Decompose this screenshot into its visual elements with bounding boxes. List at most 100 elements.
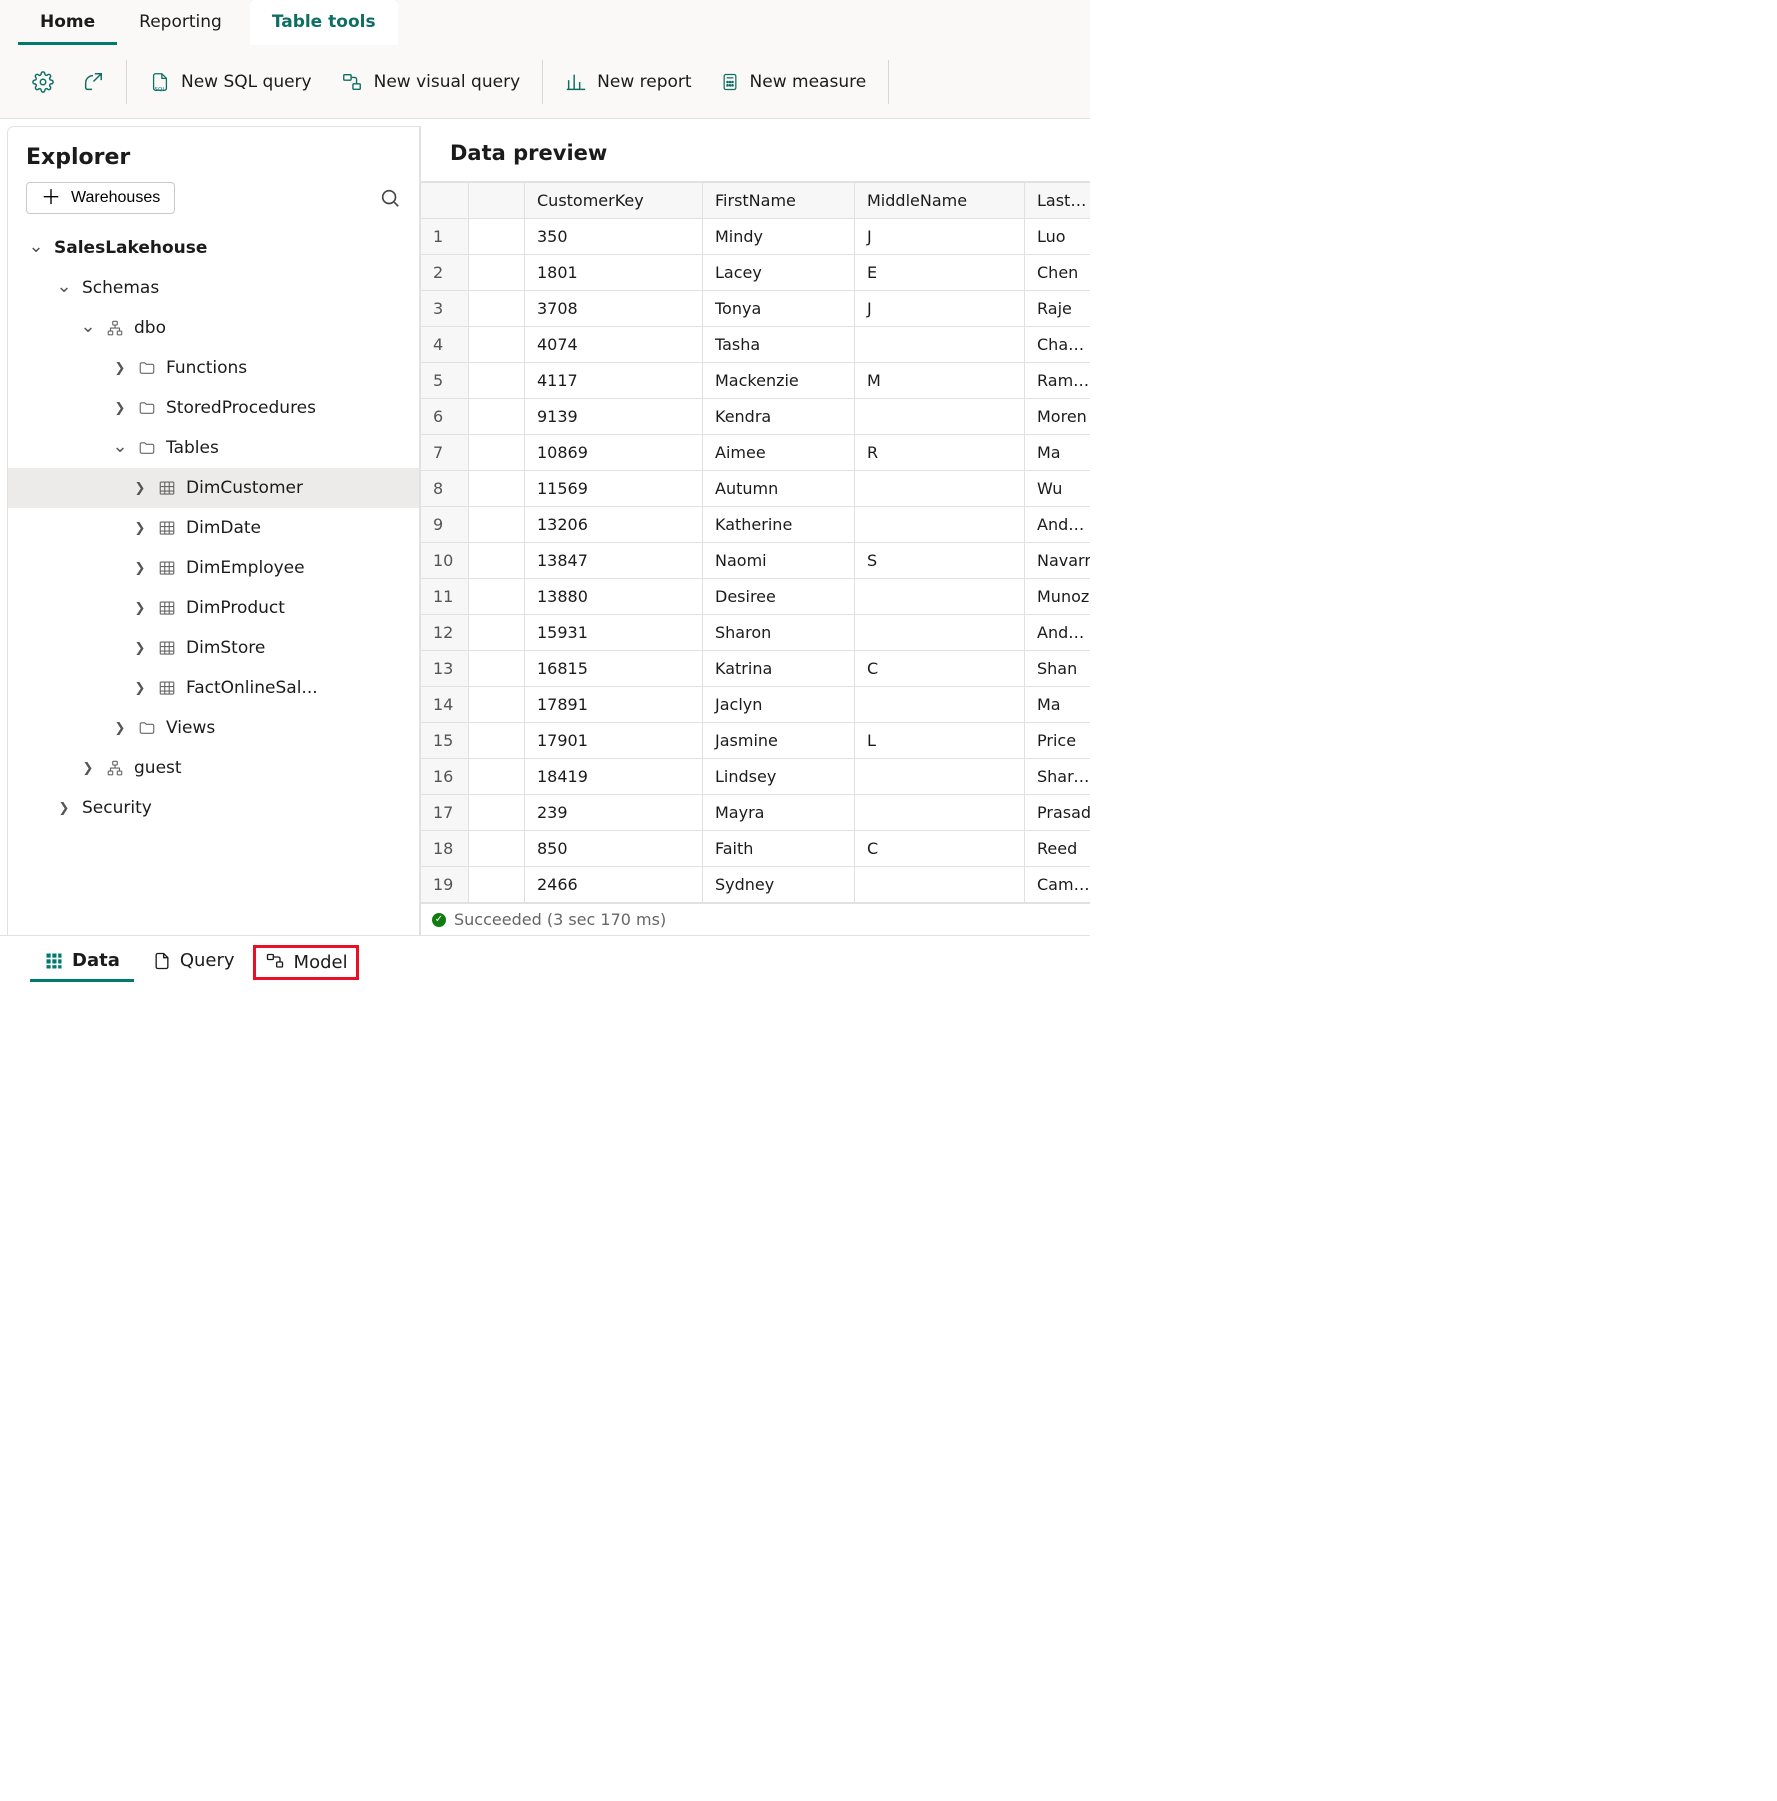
row-number-cell: 4 xyxy=(421,327,469,363)
tree-node-table[interactable]: DimEmployee xyxy=(8,548,419,588)
tab-table-tools[interactable]: Table tools xyxy=(250,0,398,45)
calculator-icon xyxy=(720,71,740,93)
cell-middlename xyxy=(855,615,1025,651)
cell-customerkey: 350 xyxy=(525,219,703,255)
table-row[interactable]: 44074TashaChande xyxy=(421,327,1091,363)
table-row[interactable]: 33708TonyaJRaje xyxy=(421,291,1091,327)
column-header[interactable]: LastNa xyxy=(1025,183,1091,219)
table-row[interactable]: 192466SydneyCampb xyxy=(421,867,1091,903)
main: Explorer ＋ Warehouses SalesLakehouse Sch… xyxy=(0,119,1090,935)
cell-lastname: Anders xyxy=(1025,507,1091,543)
column-header[interactable]: MiddleName xyxy=(855,183,1025,219)
chevron-right-icon xyxy=(132,641,148,656)
refresh-button[interactable] xyxy=(68,65,118,99)
new-sql-query-button[interactable]: SQL New SQL query xyxy=(135,64,326,100)
table-row[interactable]: 21801LaceyEChen xyxy=(421,255,1091,291)
table-row[interactable]: 1113880DesireeMunoz xyxy=(421,579,1091,615)
cell-lastname: Wu xyxy=(1025,471,1091,507)
tab-home[interactable]: Home xyxy=(18,0,117,45)
table-row[interactable]: 1316815KatrinaCShan xyxy=(421,651,1091,687)
column-header[interactable]: CustomerKey xyxy=(525,183,703,219)
table-row[interactable]: 913206KatherineAnders xyxy=(421,507,1091,543)
search-button[interactable] xyxy=(379,187,401,209)
table-row[interactable]: 69139KendraMoren xyxy=(421,399,1091,435)
cell-customerkey: 18419 xyxy=(525,759,703,795)
cell-customerkey: 4117 xyxy=(525,363,703,399)
tree-label: Security xyxy=(82,798,152,818)
row-number-cell: 14 xyxy=(421,687,469,723)
tree-node-table[interactable]: DimDate xyxy=(8,508,419,548)
sql-file-icon: SQL xyxy=(149,70,171,94)
schema-icon xyxy=(106,319,124,337)
tab-reporting[interactable]: Reporting xyxy=(117,0,244,45)
table-row[interactable]: 1350MindyJLuo xyxy=(421,219,1091,255)
cell-firstname: Autumn xyxy=(703,471,855,507)
cell-middlename xyxy=(855,507,1025,543)
new-visual-query-label: New visual query xyxy=(374,72,521,92)
new-report-button[interactable]: New report xyxy=(551,65,705,99)
view-tab-model[interactable]: Model xyxy=(253,945,359,980)
row-number-cell: 1 xyxy=(421,219,469,255)
table-row[interactable]: 1215931SharonAnders xyxy=(421,615,1091,651)
data-preview-grid[interactable]: CustomerKey FirstName MiddleName LastNa … xyxy=(420,181,1090,903)
table-row[interactable]: 1618419LindseySharma xyxy=(421,759,1091,795)
new-measure-button[interactable]: New measure xyxy=(706,65,881,99)
settings-button[interactable] xyxy=(18,65,68,99)
view-tab-data[interactable]: Data xyxy=(30,942,134,982)
table-row[interactable]: 710869AimeeRMa xyxy=(421,435,1091,471)
cell-firstname: Jaclyn xyxy=(703,687,855,723)
cell-lastname: Moren xyxy=(1025,399,1091,435)
cell-middlename: J xyxy=(855,291,1025,327)
status-bar: Succeeded (3 sec 170 ms) xyxy=(420,903,1090,935)
view-tab-label: Query xyxy=(180,950,235,971)
cell-middlename: L xyxy=(855,723,1025,759)
table-row[interactable]: 54117MackenzieMRamire xyxy=(421,363,1091,399)
chevron-down-icon xyxy=(112,441,128,456)
tree-node-security[interactable]: Security xyxy=(8,788,419,828)
row-number-cell: 7 xyxy=(421,435,469,471)
ribbon-actions: SQL New SQL query New visual query New r… xyxy=(0,46,1090,119)
gap-cell xyxy=(469,291,525,327)
chevron-right-icon xyxy=(112,721,128,736)
gap-cell xyxy=(469,615,525,651)
tree-node-table[interactable]: DimCustomer xyxy=(8,468,419,508)
tree-label: Views xyxy=(166,718,215,738)
cell-customerkey: 9139 xyxy=(525,399,703,435)
new-measure-label: New measure xyxy=(750,72,867,92)
tree-node-dbo[interactable]: dbo xyxy=(8,308,419,348)
tree-node-views[interactable]: Views xyxy=(8,708,419,748)
gap-cell xyxy=(469,795,525,831)
new-visual-query-button[interactable]: New visual query xyxy=(326,65,535,99)
table-row[interactable]: 17239MayraPrasad xyxy=(421,795,1091,831)
tree-label: dbo xyxy=(134,318,166,338)
row-number-cell: 10 xyxy=(421,543,469,579)
table-row[interactable]: 18850FaithCReed xyxy=(421,831,1091,867)
tree-node-tables[interactable]: Tables xyxy=(8,428,419,468)
table-icon xyxy=(158,639,176,657)
tree-node-table[interactable]: DimStore xyxy=(8,628,419,668)
cell-customerkey: 16815 xyxy=(525,651,703,687)
cell-lastname: Chen xyxy=(1025,255,1091,291)
view-tab-label: Model xyxy=(294,952,348,973)
cell-lastname: Chande xyxy=(1025,327,1091,363)
gap-cell xyxy=(469,687,525,723)
table-row[interactable]: 1417891JaclynMa xyxy=(421,687,1091,723)
table-row[interactable]: 1517901JasmineLPrice xyxy=(421,723,1091,759)
tree-node-table[interactable]: FactOnlineSal... xyxy=(8,668,419,708)
cell-firstname: Lacey xyxy=(703,255,855,291)
cell-lastname: Navarr xyxy=(1025,543,1091,579)
tree-node-schemas[interactable]: Schemas xyxy=(8,268,419,308)
tree-node-functions[interactable]: Functions xyxy=(8,348,419,388)
tree-node-saleslakehouse[interactable]: SalesLakehouse xyxy=(8,228,419,268)
new-report-label: New report xyxy=(597,72,691,92)
warehouses-button[interactable]: ＋ Warehouses xyxy=(26,182,175,214)
view-tab-query[interactable]: Query xyxy=(138,942,249,982)
tree-node-guest[interactable]: guest xyxy=(8,748,419,788)
tree-node-table[interactable]: DimProduct xyxy=(8,588,419,628)
table-row[interactable]: 811569AutumnWu xyxy=(421,471,1091,507)
column-header[interactable]: FirstName xyxy=(703,183,855,219)
tree-node-storedprocedures[interactable]: StoredProcedures xyxy=(8,388,419,428)
table-row[interactable]: 1013847NaomiSNavarr xyxy=(421,543,1091,579)
row-number-cell: 9 xyxy=(421,507,469,543)
view-tab-label: Data xyxy=(72,950,120,971)
